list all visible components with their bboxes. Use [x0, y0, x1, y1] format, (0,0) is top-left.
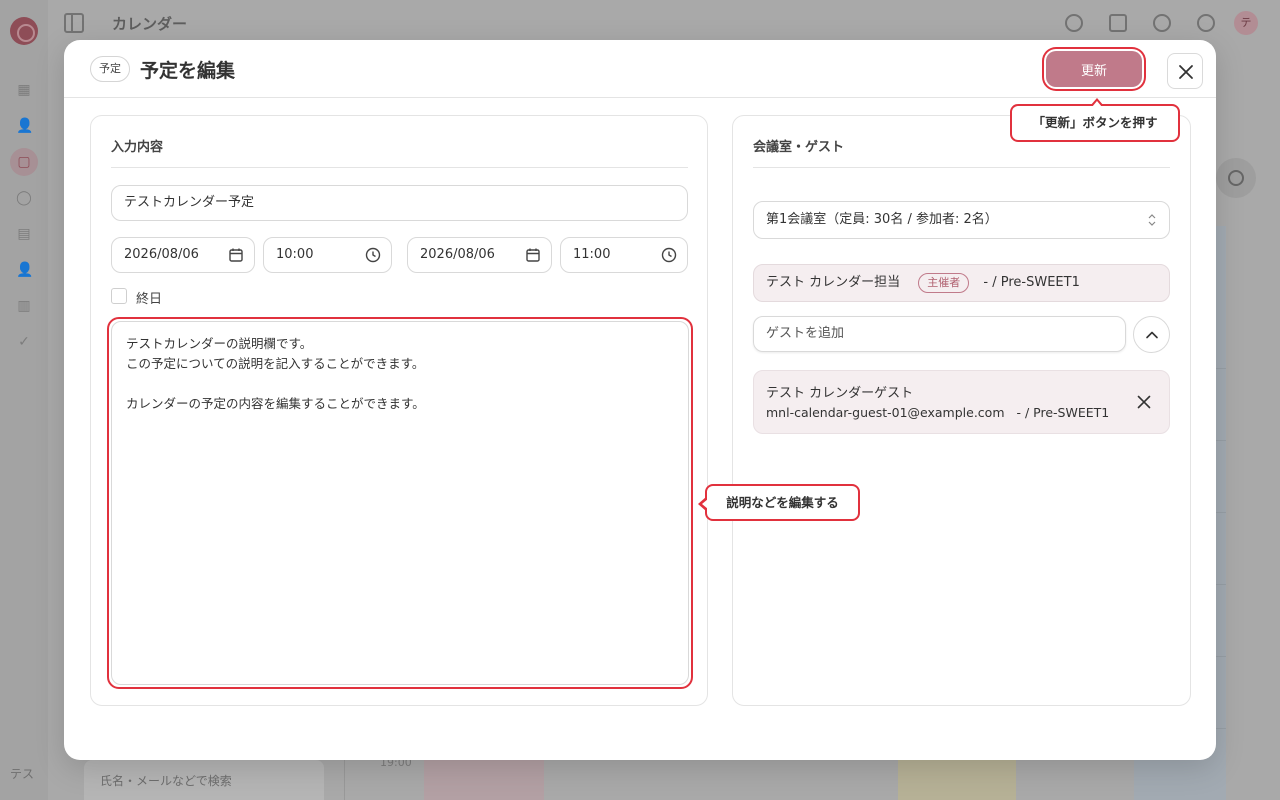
event-title-input[interactable]: テストカレンダー予定 [111, 185, 688, 221]
organizer-org: - / Pre-SWEET1 [983, 275, 1080, 290]
dashboard-nav-icon[interactable]: ▦ [16, 82, 32, 98]
calendar-icon[interactable] [228, 247, 244, 263]
updown-chevron-icon [1148, 214, 1156, 226]
input-details-card: 入力内容 テストカレンダー予定 2026/08/06 10:00 2026/08… [90, 115, 708, 706]
app-title: カレンダー [112, 15, 188, 33]
edit-event-modal: 予定 予定を編集 更新 入力内容 テストカレンダー予定 2026/08/06 1… [64, 40, 1216, 760]
app-logo [10, 17, 38, 45]
list-nav-icon[interactable]: ▤ [16, 226, 32, 242]
close-button[interactable] [1167, 53, 1203, 89]
calendar-nav-icon[interactable]: ▢ [10, 148, 38, 176]
update-callout: 「更新」ボタンを押す [1010, 98, 1180, 142]
check-nav-icon[interactable]: ✓ [16, 334, 32, 350]
calendar-event-block[interactable] [898, 760, 1016, 800]
search-input[interactable]: 氏名・メールなどで検索 [84, 760, 324, 800]
description-textarea[interactable]: テストカレンダーの説明欄です。 この予定についての説明を記入することができます。… [111, 321, 689, 685]
app-sidebar: ▦ 👤 ▢ ◯ ▤ 👤 ▥ ✓ テス [0, 0, 48, 800]
description-callout: 説明などを編集する [698, 484, 860, 521]
all-day-label: 終日 [136, 292, 163, 307]
chat-nav-icon[interactable]: ◯ [16, 190, 32, 206]
end-date-field[interactable]: 2026/08/06 [407, 237, 552, 273]
divider [753, 167, 1170, 168]
guest-email-line: mnl-calendar-guest-01@example.com - / Pr… [766, 405, 1109, 420]
end-date-value: 2026/08/06 [420, 247, 495, 262]
end-time-value: 11:00 [573, 247, 611, 262]
guest-item: テスト カレンダーゲスト mnl-calendar-guest-01@examp… [753, 370, 1170, 434]
collapse-guests-button[interactable] [1133, 316, 1170, 353]
guest-email: mnl-calendar-guest-01@example.com [766, 405, 1005, 420]
person-nav-icon[interactable]: 👤 [16, 262, 33, 278]
room-guest-card: 会議室・ゲスト 第1会議室（定員: 30名 / 参加者: 2名） テスト カレン… [732, 115, 1191, 706]
add-guest-input[interactable]: ゲストを追加 [753, 316, 1126, 352]
user-short-label[interactable]: テス [10, 765, 34, 782]
bell-icon[interactable] [1153, 14, 1171, 32]
document-nav-icon[interactable]: ▥ [16, 298, 32, 314]
start-date-value: 2026/08/06 [124, 247, 199, 262]
remove-guest-icon[interactable] [1137, 395, 1151, 409]
room-select[interactable]: 第1会議室（定員: 30名 / 参加者: 2名） [753, 201, 1170, 239]
organizer-chip: テスト カレンダー担当 主催者 - / Pre-SWEET1 [753, 264, 1170, 302]
description-highlight: テストカレンダーの説明欄です。 この予定についての説明を記入することができます。… [107, 317, 693, 689]
event-type-badge: 予定 [90, 56, 130, 82]
update-button[interactable]: 更新 [1046, 51, 1142, 87]
chat-icon[interactable] [1197, 14, 1215, 32]
message-icon[interactable] [1065, 14, 1083, 32]
guest-org: - / Pre-SWEET1 [1016, 405, 1110, 420]
end-time-field[interactable]: 11:00 [560, 237, 688, 273]
organizer-name: テスト カレンダー担当 [766, 275, 901, 290]
user-nav-icon[interactable]: 👤 [16, 118, 33, 134]
avatar[interactable]: テ [1234, 11, 1258, 35]
calendar-icon[interactable] [1109, 14, 1127, 32]
card-title: 入力内容 [111, 140, 164, 155]
clock-icon[interactable] [661, 247, 677, 263]
organizer-tag: 主催者 [918, 272, 970, 293]
divider [111, 167, 688, 168]
close-icon [1179, 65, 1193, 79]
modal-title: 予定を編集 [140, 60, 236, 82]
start-time-field[interactable]: 10:00 [263, 237, 392, 273]
card-title: 会議室・ゲスト [753, 140, 845, 155]
guest-name: テスト カレンダーゲスト [766, 386, 914, 401]
calendar-event-block[interactable] [424, 760, 544, 800]
start-time-value: 10:00 [276, 247, 314, 262]
chevron-up-icon [1146, 331, 1158, 339]
calendar-icon[interactable] [525, 247, 541, 263]
modal-header: 予定 予定を編集 更新 [64, 40, 1216, 98]
start-date-field[interactable]: 2026/08/06 [111, 237, 255, 273]
panel-toggle-icon[interactable] [64, 13, 84, 33]
room-select-value: 第1会議室（定員: 30名 / 参加者: 2名） [766, 212, 998, 227]
all-day-checkbox[interactable] [111, 288, 127, 304]
clock-icon[interactable] [365, 247, 381, 263]
